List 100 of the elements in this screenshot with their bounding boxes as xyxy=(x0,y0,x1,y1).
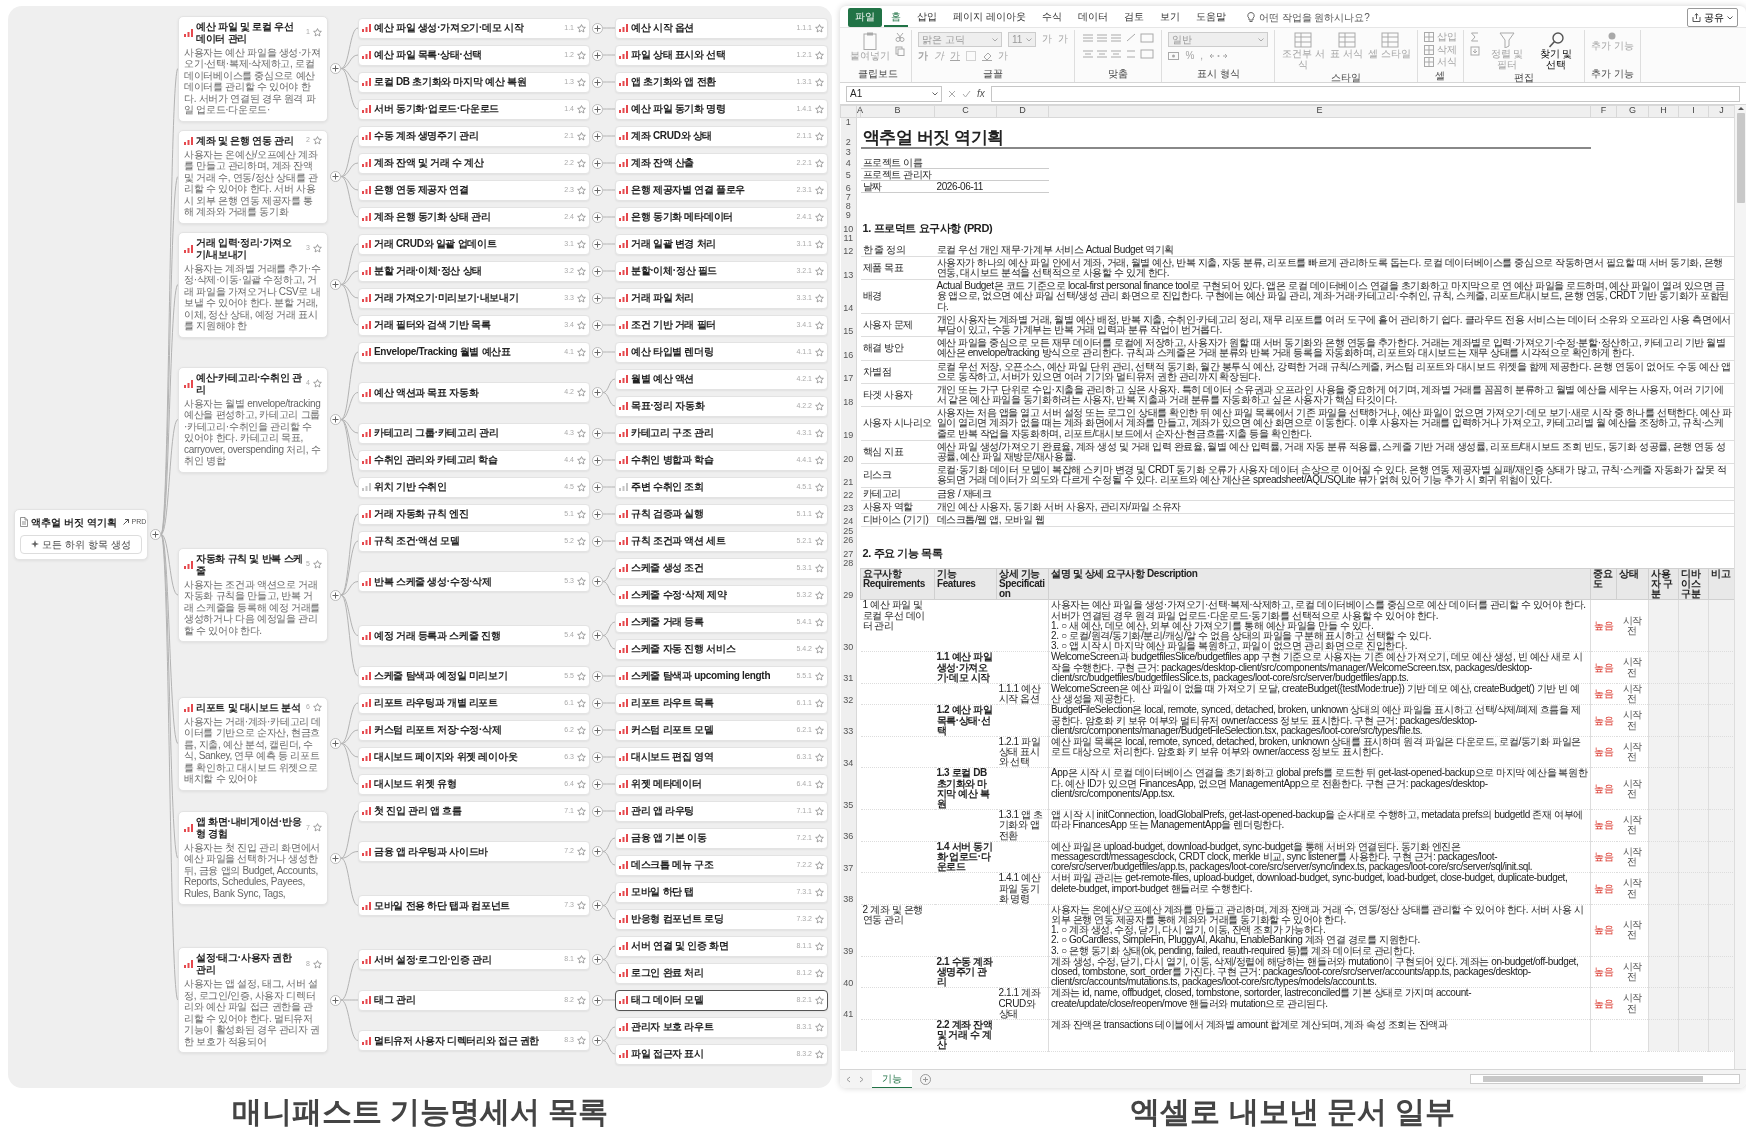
expand-button[interactable] xyxy=(592,346,603,358)
check-icon[interactable] xyxy=(962,89,971,98)
star-icon[interactable] xyxy=(577,901,586,910)
star-icon[interactable] xyxy=(815,158,824,168)
star-icon[interactable] xyxy=(577,631,586,640)
expand-button[interactable] xyxy=(592,1035,603,1046)
star-icon[interactable] xyxy=(577,50,586,60)
next-sheet-icon[interactable] xyxy=(859,1075,864,1083)
ribbon-tab[interactable]: 데이터 xyxy=(1070,8,1115,27)
row-number[interactable]: 38 xyxy=(840,872,857,905)
row-number[interactable]: 33 xyxy=(840,704,857,737)
star-icon[interactable] xyxy=(577,320,586,330)
expand-button[interactable] xyxy=(592,900,603,911)
expand-button[interactable] xyxy=(592,751,603,763)
star-icon[interactable] xyxy=(815,401,824,411)
tell-me-field[interactable]: 어떤 작업을 원하시나요? xyxy=(1258,10,1370,25)
row-number[interactable]: 7 xyxy=(840,192,857,202)
column-header[interactable]: I xyxy=(1678,105,1709,118)
row-number[interactable]: 29 xyxy=(840,568,857,600)
star-icon[interactable] xyxy=(577,482,586,492)
star-icon[interactable] xyxy=(815,833,824,843)
row-number[interactable]: 15 xyxy=(840,313,857,337)
expand-button[interactable] xyxy=(330,279,341,290)
star-icon[interactable] xyxy=(577,671,586,681)
ribbon-tab[interactable]: 삽입 xyxy=(910,8,944,27)
star-icon[interactable] xyxy=(815,1022,824,1032)
star-icon[interactable] xyxy=(815,50,824,60)
row-number[interactable]: 20 xyxy=(840,440,857,464)
ribbon-tab[interactable]: 도움말 xyxy=(1188,8,1233,27)
expand-button[interactable] xyxy=(592,535,603,547)
star-icon[interactable] xyxy=(577,131,586,141)
star-icon[interactable] xyxy=(577,266,586,276)
star-icon[interactable] xyxy=(313,244,322,253)
star-icon[interactable] xyxy=(577,536,586,546)
star-icon[interactable] xyxy=(577,806,586,816)
expand-button[interactable] xyxy=(592,954,603,965)
star-icon[interactable] xyxy=(313,959,322,969)
star-icon[interactable] xyxy=(577,955,586,964)
star-icon[interactable] xyxy=(815,77,824,87)
row-number[interactable]: 40 xyxy=(840,956,857,988)
star-icon[interactable] xyxy=(577,428,586,438)
expand-button[interactable] xyxy=(592,576,603,587)
column-header[interactable]: A xyxy=(856,105,861,118)
expand-button[interactable] xyxy=(592,387,603,398)
column-header[interactable]: E xyxy=(1048,105,1591,118)
star-icon[interactable] xyxy=(577,212,586,222)
expand-button[interactable] xyxy=(592,130,603,142)
expand-button[interactable] xyxy=(330,589,341,601)
star-icon[interactable] xyxy=(815,1049,824,1059)
expand-button[interactable] xyxy=(592,697,603,709)
star-icon[interactable] xyxy=(577,725,586,735)
star-icon[interactable] xyxy=(577,388,586,397)
scrollbar-thumb[interactable] xyxy=(1736,113,1745,203)
star-icon[interactable] xyxy=(815,185,824,195)
star-icon[interactable] xyxy=(313,379,322,388)
expand-button[interactable] xyxy=(592,805,603,817)
row-number[interactable]: 34 xyxy=(840,736,857,768)
star-icon[interactable] xyxy=(815,131,824,141)
expand-button[interactable] xyxy=(592,157,603,169)
expand-button[interactable] xyxy=(592,630,603,641)
star-icon[interactable] xyxy=(815,590,824,600)
star-icon[interactable] xyxy=(577,995,586,1005)
star-icon[interactable] xyxy=(815,455,824,465)
star-icon[interactable] xyxy=(577,23,586,33)
ribbon-tab[interactable]: 페이지 레이아웃 xyxy=(946,8,1033,27)
name-box[interactable]: A1 xyxy=(846,85,942,102)
ribbon-tab[interactable]: 파일 xyxy=(848,8,882,27)
generate-button[interactable]: 모든 하위 항목 생성 xyxy=(20,534,142,554)
row-number[interactable]: 21 xyxy=(840,463,857,488)
expand-button[interactable] xyxy=(592,670,603,682)
star-icon[interactable] xyxy=(577,347,586,357)
expand-button[interactable] xyxy=(330,414,341,425)
star-icon[interactable] xyxy=(577,698,586,708)
star-icon[interactable] xyxy=(815,428,824,438)
expand-button[interactable] xyxy=(592,319,603,331)
star-icon[interactable] xyxy=(577,158,586,168)
row-number[interactable]: 31 xyxy=(840,651,857,684)
star-icon[interactable] xyxy=(815,239,824,249)
star-icon[interactable] xyxy=(815,752,824,762)
row-number[interactable]: 35 xyxy=(840,767,857,810)
cancel-icon[interactable] xyxy=(948,89,956,98)
expand-button[interactable] xyxy=(592,427,603,439)
row-number[interactable]: 36 xyxy=(840,809,857,842)
ribbon-tab[interactable]: 수식 xyxy=(1034,8,1069,27)
horizontal-scrollbar[interactable] xyxy=(1470,1074,1740,1084)
row-number[interactable]: 19 xyxy=(840,406,857,441)
row-number[interactable]: 10 xyxy=(840,220,857,235)
expand-button[interactable] xyxy=(592,454,603,466)
star-icon[interactable] xyxy=(577,77,586,87)
column-header[interactable]: F xyxy=(1590,105,1617,118)
star-icon[interactable] xyxy=(815,671,824,681)
star-icon[interactable] xyxy=(815,320,824,330)
row-number[interactable]: 39 xyxy=(840,904,857,957)
star-icon[interactable] xyxy=(577,239,586,249)
star-icon[interactable] xyxy=(815,941,824,951)
star-icon[interactable] xyxy=(577,847,586,856)
row-number[interactable]: 17 xyxy=(840,360,857,384)
expand-button[interactable] xyxy=(150,528,161,540)
expand-button[interactable] xyxy=(330,171,341,182)
row-number[interactable]: 25 xyxy=(840,526,857,536)
